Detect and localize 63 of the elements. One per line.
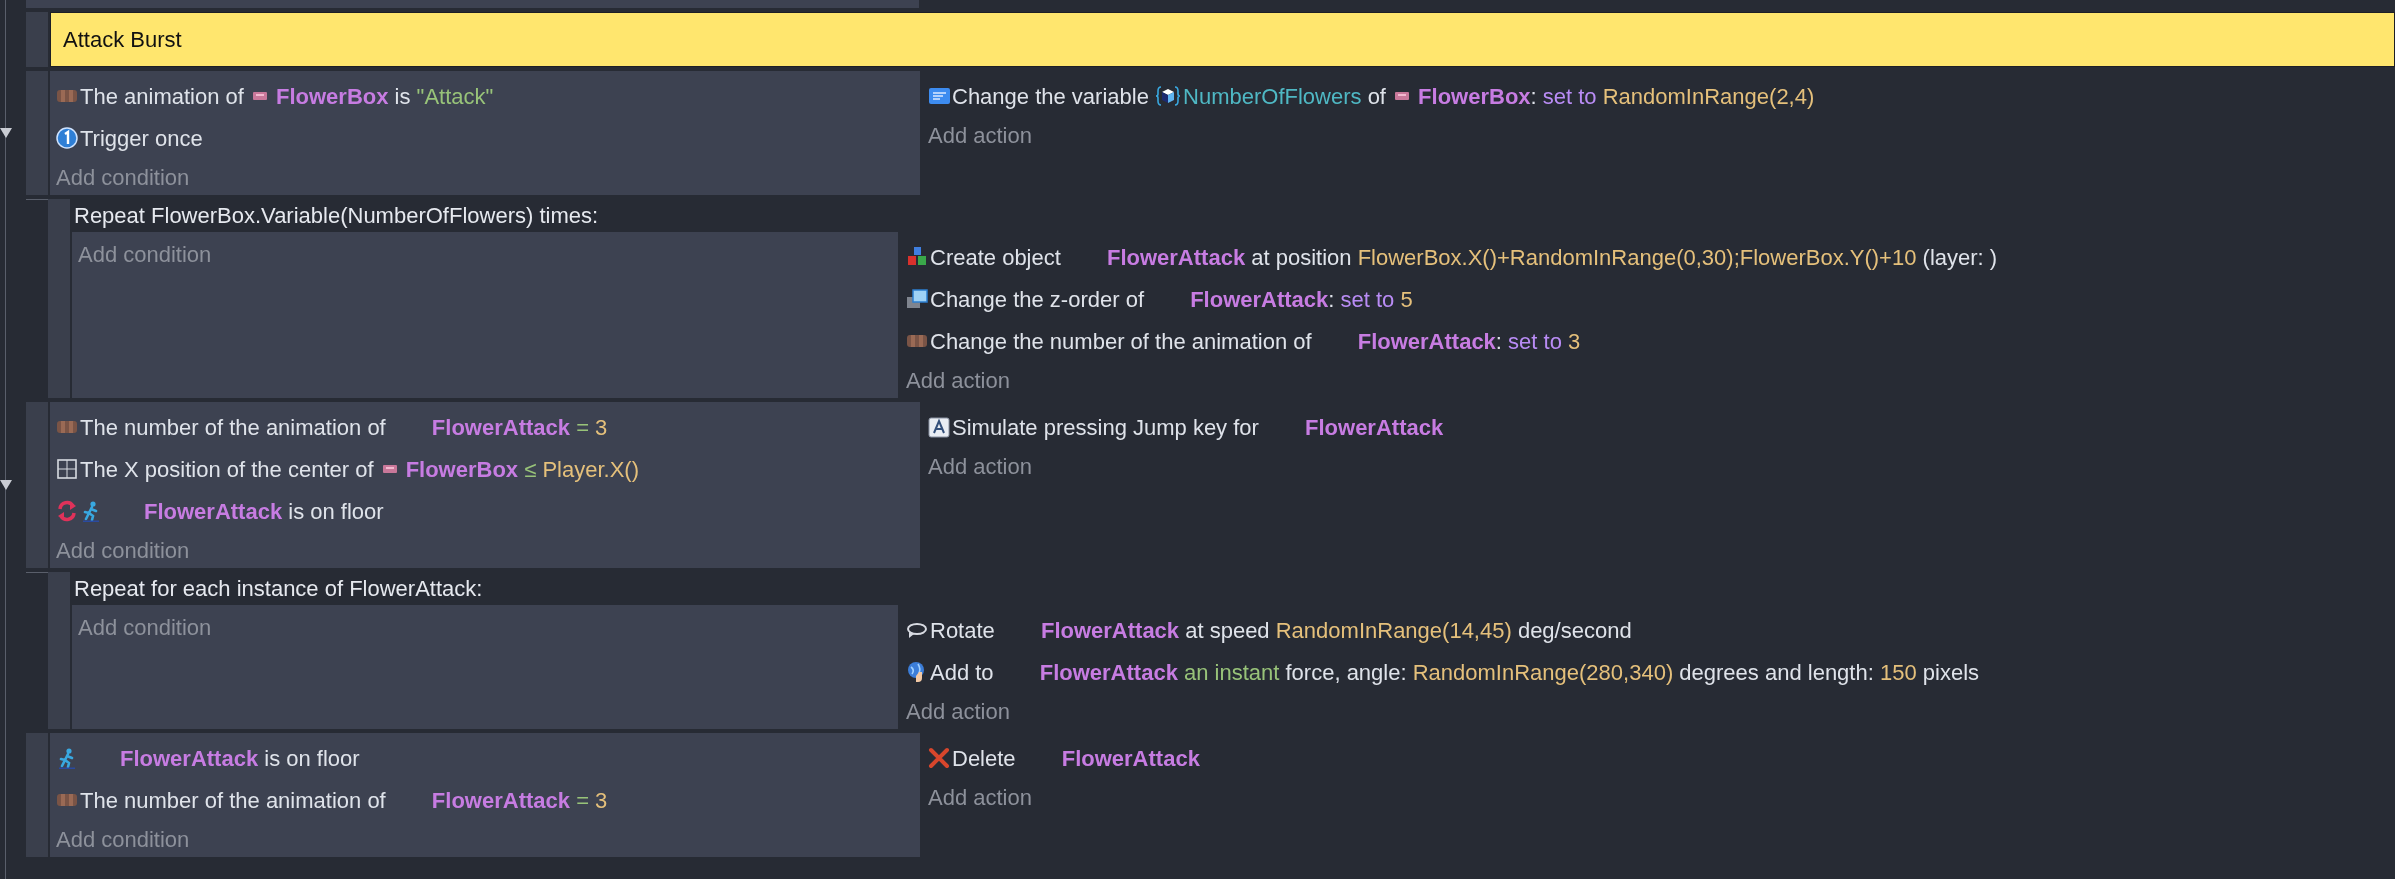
action-text: Delete xyxy=(952,744,1017,773)
condition-text: FlowerBox ≤ Player.X() xyxy=(405,455,639,484)
thumbnail-icon xyxy=(381,464,398,474)
action-text: Change the number of the animation of xyxy=(930,327,1313,356)
action-text: FlowerAttack xyxy=(1305,413,1444,442)
drag-handle[interactable] xyxy=(26,402,48,568)
condition-text: Trigger once xyxy=(80,124,203,153)
action-text: Change the z-order of xyxy=(930,285,1146,314)
runner-icon xyxy=(80,500,102,522)
drag-handle[interactable] xyxy=(26,71,48,195)
add-condition-link[interactable]: Add condition xyxy=(78,237,212,271)
comment-bar[interactable]: Attack Burst xyxy=(50,12,2395,67)
action-text: FlowerBox: set to RandomInRange(2,4) xyxy=(1418,82,1815,111)
key-icon xyxy=(928,416,950,438)
condition-text: The X position of the center of xyxy=(80,455,375,484)
delete-icon xyxy=(928,747,950,769)
drag-handle[interactable] xyxy=(26,733,48,857)
action-text: Simulate pressing Jump key for xyxy=(952,413,1260,442)
refresh-icon xyxy=(56,500,78,522)
action-text: FlowerAttack at speed RandomInRange(14,45) deg/second xyxy=(1040,616,1632,645)
condition-text: FlowerAttack = 3 xyxy=(431,786,608,815)
add-action-link[interactable]: Add action xyxy=(906,363,1010,397)
add-action-link[interactable]: Add action xyxy=(906,694,1010,728)
condition-text: FlowerBox is "Attack" xyxy=(276,82,494,111)
condition-text: FlowerAttack is on floor xyxy=(144,497,384,526)
condition-text: FlowerAttack is on floor xyxy=(120,744,360,773)
loop-header: Repeat for each instance of FlowerAttack: xyxy=(74,575,483,603)
action-text: Rotate xyxy=(930,616,996,645)
drag-handle[interactable] xyxy=(26,12,48,67)
add-action-link[interactable]: Add action xyxy=(928,780,1032,814)
expand-arrow-icon[interactable] xyxy=(0,480,12,490)
runner-icon xyxy=(56,747,78,769)
condition-text: The number of the animation of xyxy=(80,786,387,815)
numbered-circle-icon xyxy=(56,127,78,149)
add-condition-link[interactable]: Add condition xyxy=(56,160,190,194)
action-text: FlowerAttack: set to 5 xyxy=(1190,285,1413,314)
add-condition-link[interactable]: Add condition xyxy=(56,822,190,856)
action-text: FlowerAttack at position FlowerBox.X()+RandomInRange(0,30);FlowerBox.Y()+10 (layer: ) xyxy=(1106,243,1998,272)
thumbnail-icon xyxy=(1394,91,1411,101)
action-text: NumberOfFlowers of xyxy=(1183,82,1387,111)
thumbnail-icon xyxy=(252,91,268,101)
condition-text: FlowerAttack = 3 xyxy=(431,413,608,442)
drag-handle[interactable] xyxy=(48,199,70,398)
action-text: FlowerAttack an instant force, angle: RandomInRange(280,340) degrees and length: 150 pixels xyxy=(1039,658,1979,687)
condition-text: The number of the animation of xyxy=(80,413,387,442)
action-text: Change the variable xyxy=(952,82,1150,111)
action-text: FlowerAttack: set to 3 xyxy=(1357,327,1581,356)
action-text: Add to xyxy=(930,658,995,687)
action-text: Create object xyxy=(930,243,1062,272)
condition-text: The animation of xyxy=(80,82,245,111)
action-text: FlowerAttack xyxy=(1061,744,1200,773)
add-condition-link[interactable]: Add condition xyxy=(78,610,212,644)
variable-icon xyxy=(928,85,950,107)
add-action-link[interactable]: Add action xyxy=(928,449,1032,483)
cubes-icon xyxy=(906,246,928,268)
add-condition-link[interactable]: Add condition xyxy=(56,533,190,567)
layers-icon xyxy=(906,288,928,310)
loop-header: Repeat FlowerBox.Variable(NumberOfFlowers) times: xyxy=(74,202,599,230)
drag-handle[interactable] xyxy=(48,572,70,729)
grid-square-icon xyxy=(56,458,78,480)
add-action-link[interactable]: Add action xyxy=(928,118,1032,152)
cube-icon xyxy=(1155,85,1182,107)
expand-arrow-icon[interactable] xyxy=(0,128,12,138)
